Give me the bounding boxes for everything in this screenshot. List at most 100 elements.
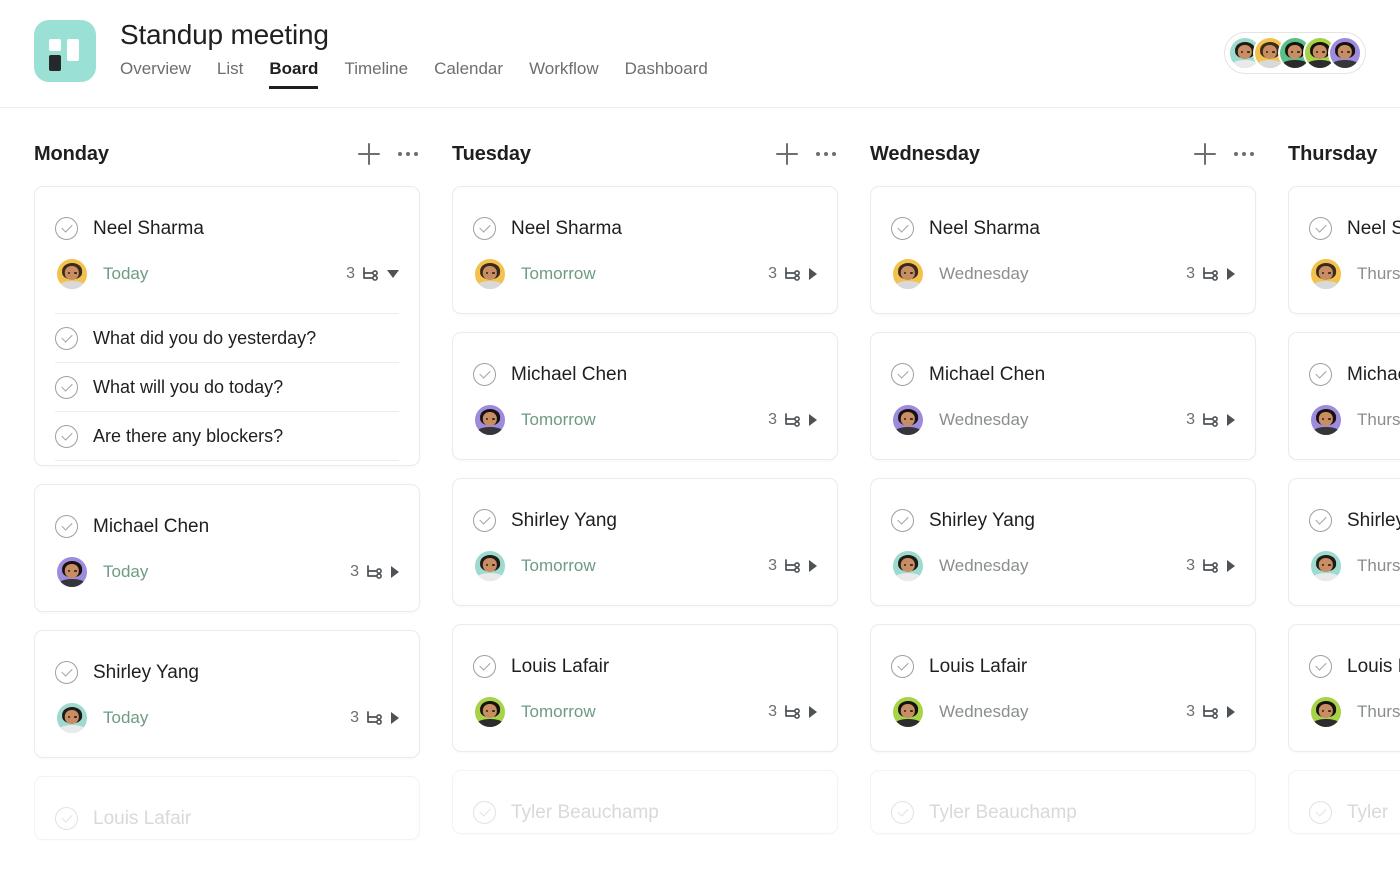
subtask-toggle[interactable]: 3 [1186, 557, 1235, 575]
card-title-row: Louis Lafair [473, 625, 817, 687]
task-card[interactable]: Neel Sharma Wednesday 3 [870, 186, 1256, 314]
card-title: Shirley Yang [1347, 509, 1400, 531]
subtask-toggle[interactable]: 3 [1186, 411, 1235, 429]
task-card[interactable]: Tyler Beauchamp [870, 770, 1256, 834]
card-due-date: Thursday [1357, 556, 1400, 575]
card-due-date: Thursday [1357, 702, 1400, 721]
complete-check-icon[interactable] [1309, 801, 1332, 824]
card-due-date: Tomorrow [521, 410, 596, 429]
tab-list[interactable]: List [217, 58, 243, 89]
complete-check-icon[interactable] [55, 217, 78, 240]
subtask-check-icon[interactable] [55, 375, 78, 399]
task-card[interactable]: Shirley Yang Thursday3 [1288, 478, 1400, 606]
tab-board[interactable]: Board [269, 58, 319, 89]
subtask-row[interactable]: Are there any blockers? [55, 412, 399, 461]
subtask-toggle[interactable]: 3 [1186, 703, 1235, 721]
task-card[interactable]: Michael Chen Wednesday 3 [870, 332, 1256, 460]
task-card[interactable]: Shirley Yang Wednesday 3 [870, 478, 1256, 606]
complete-check-icon[interactable] [891, 363, 914, 386]
subtask-list: What did you do yesterday? What will you … [55, 313, 399, 465]
subtask-icon [1203, 705, 1218, 719]
card-due-date: Today [103, 562, 149, 581]
task-card[interactable]: Louis Lafair Thursday3 [1288, 624, 1400, 752]
chevron-right-icon[interactable] [1227, 414, 1235, 426]
board-columns: Monday Neel Sharma Today 3 What did you do y… [34, 108, 1400, 893]
subtask-row[interactable]: What did you do yesterday? [55, 314, 399, 363]
tab-overview[interactable]: Overview [120, 58, 191, 89]
plus-icon[interactable] [1194, 143, 1216, 165]
task-card[interactable]: Michael Chen Today 3 [34, 484, 420, 612]
card-title-row: Michael Chen [1309, 333, 1400, 395]
column-actions [1194, 143, 1254, 165]
complete-check-icon[interactable] [473, 655, 496, 678]
task-card[interactable]: Neel Sharma Thursday3 [1288, 186, 1400, 314]
complete-check-icon[interactable] [473, 217, 496, 240]
subtask-toggle[interactable]: 3 [1186, 265, 1235, 283]
task-card[interactable]: Tyler [1288, 770, 1400, 834]
task-card[interactable]: Louis Lafair [34, 776, 420, 840]
tab-workflow[interactable]: Workflow [529, 58, 599, 89]
plus-icon[interactable] [776, 143, 798, 165]
member-avatar-stack[interactable] [1224, 32, 1366, 74]
complete-check-icon[interactable] [891, 217, 914, 240]
complete-check-icon[interactable] [1309, 363, 1332, 386]
task-card[interactable]: Shirley Yang Today 3 [34, 630, 420, 758]
task-card[interactable]: Michael Chen Thursday3 [1288, 332, 1400, 460]
card-title: Tyler Beauchamp [929, 801, 1077, 823]
more-horizontal-icon[interactable] [816, 148, 836, 160]
complete-check-icon[interactable] [891, 655, 914, 678]
task-card[interactable]: Neel Sharma Tomorrow 3 [452, 186, 838, 314]
subtask-toggle[interactable]: 3 [768, 557, 817, 575]
complete-check-icon[interactable] [473, 363, 496, 386]
complete-check-icon[interactable] [473, 801, 496, 824]
chevron-right-icon[interactable] [1227, 706, 1235, 718]
task-card[interactable]: Neel Sharma Today 3 What did you do yesterd… [34, 186, 420, 466]
subtask-toggle[interactable]: 3 [346, 265, 399, 283]
subtask-toggle[interactable]: 3 [768, 265, 817, 283]
subtask-icon [1203, 413, 1218, 427]
card-title-row: Shirley Yang [891, 479, 1235, 541]
complete-check-icon[interactable] [1309, 217, 1332, 240]
chevron-right-icon[interactable] [809, 268, 817, 280]
chevron-right-icon[interactable] [809, 706, 817, 718]
complete-check-icon[interactable] [55, 807, 78, 830]
tab-calendar[interactable]: Calendar [434, 58, 503, 89]
chevron-right-icon[interactable] [1227, 560, 1235, 572]
chevron-right-icon[interactable] [391, 712, 399, 724]
subtask-check-icon[interactable] [55, 424, 78, 448]
task-card[interactable]: Michael Chen Tomorrow 3 [452, 332, 838, 460]
member-avatar[interactable] [1328, 36, 1362, 70]
complete-check-icon[interactable] [891, 801, 914, 824]
chevron-right-icon[interactable] [1227, 268, 1235, 280]
complete-check-icon[interactable] [1309, 509, 1332, 532]
subtask-icon [785, 705, 800, 719]
complete-check-icon[interactable] [1309, 655, 1332, 678]
subtask-toggle[interactable]: 3 [768, 703, 817, 721]
complete-check-icon[interactable] [55, 661, 78, 684]
chevron-right-icon[interactable] [391, 566, 399, 578]
more-horizontal-icon[interactable] [398, 148, 418, 160]
task-card[interactable]: Tyler Beauchamp [452, 770, 838, 834]
subtask-toggle[interactable]: 3 [350, 709, 399, 727]
subtask-row[interactable]: What will you do today? [55, 363, 399, 412]
complete-check-icon[interactable] [55, 515, 78, 538]
tab-timeline[interactable]: Timeline [344, 58, 408, 89]
card-meta-row: Tomorrow 3 [473, 541, 817, 605]
tab-dashboard[interactable]: Dashboard [625, 58, 708, 89]
task-card[interactable]: Shirley Yang Tomorrow 3 [452, 478, 838, 606]
complete-check-icon[interactable] [891, 509, 914, 532]
chevron-down-icon[interactable] [387, 270, 399, 278]
subtask-toggle[interactable]: 3 [350, 563, 399, 581]
more-horizontal-icon[interactable] [1234, 148, 1254, 160]
task-card[interactable]: Louis Lafair Wednesday 3 [870, 624, 1256, 752]
card-title-row: Neel Sharma [55, 187, 399, 249]
chevron-right-icon[interactable] [809, 414, 817, 426]
board-column-tuesday: Tuesday Neel Sharma Tomorrow 3 Michael Chen T… [452, 108, 870, 893]
complete-check-icon[interactable] [473, 509, 496, 532]
task-card[interactable]: Louis Lafair Tomorrow 3 [452, 624, 838, 752]
subtask-check-icon[interactable] [55, 326, 78, 350]
subtask-toggle[interactable]: 3 [768, 411, 817, 429]
plus-icon[interactable] [358, 143, 380, 165]
chevron-right-icon[interactable] [809, 560, 817, 572]
card-title: Shirley Yang [929, 509, 1035, 531]
